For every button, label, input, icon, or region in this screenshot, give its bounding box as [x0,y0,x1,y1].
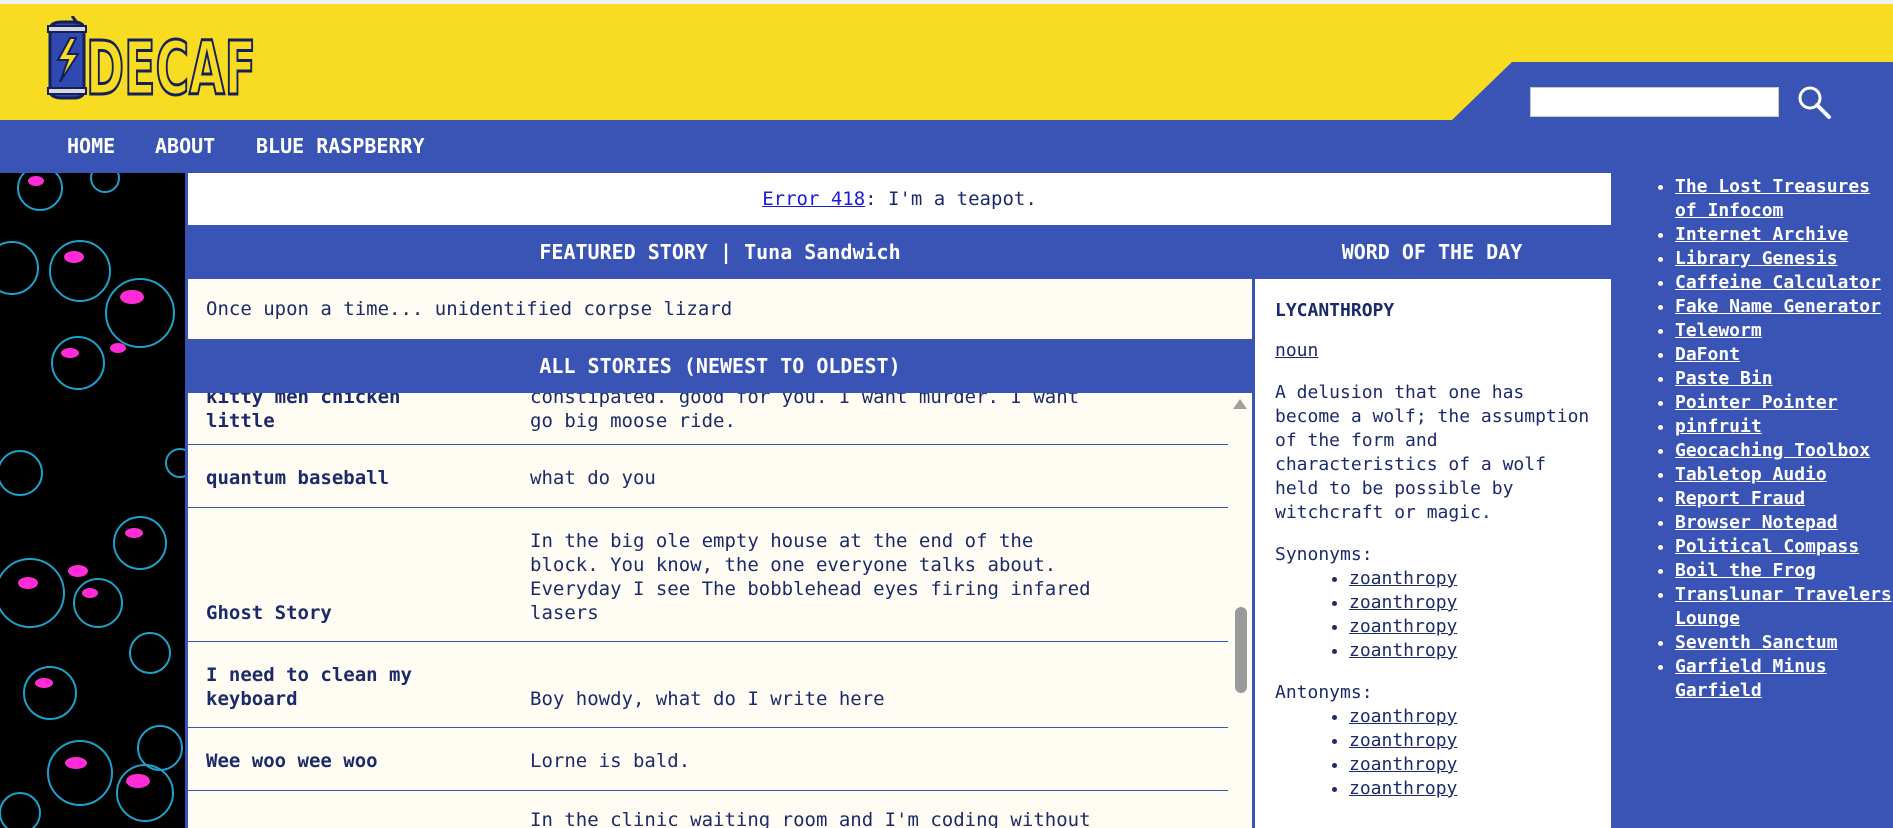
nav-home[interactable]: HOME [67,134,115,158]
list-item: kitty men chicken little constipated. go… [188,393,1228,445]
list-item: Political Compass [1675,535,1893,559]
list-item: quantum baseball what do you [188,446,1228,508]
soda-can-icon [47,16,87,100]
list-item: Teleworm [1675,319,1893,343]
link-garfield-minus-garfield[interactable]: Garfield Minus Garfield [1675,656,1827,701]
word-of-the-day-panel: LYCANTHROPY noun A delusion that one has… [1255,279,1611,828]
all-stories-heading: ALL STORIES (NEWEST TO OLDEST) [188,339,1252,393]
list-item: Ghost Story In the big ole empty house a… [188,509,1228,642]
story-text: In the clinic waiting room and I'm codin… [530,809,1091,828]
link-boil-the-frog[interactable]: Boil the Frog [1675,560,1816,581]
synonym-link[interactable]: zoanthropy [1349,592,1457,613]
list-item: Pointer Pointer [1675,391,1893,415]
wotd-definition: A delusion that one has become a wolf; t… [1275,382,1590,523]
link-library-genesis[interactable]: Library Genesis [1675,248,1838,269]
link-dafont[interactable]: DaFont [1675,344,1740,365]
list-item: Caffeine Calculator [1675,271,1893,295]
link-lost-treasures-of-infocom[interactable]: The Lost Treasures of Infocom [1675,176,1870,221]
bubble-background [0,173,185,828]
link-caffeine-calculator[interactable]: Caffeine Calculator [1675,272,1881,293]
antonym-link[interactable]: zoanthropy [1349,706,1457,727]
story-title[interactable]: kitty men chicken little [206,393,506,433]
error-418-link[interactable]: Error 418 [762,188,865,210]
link-political-compass[interactable]: Political Compass [1675,536,1859,557]
list-item: Library Genesis [1675,247,1893,271]
list-item: Tabletop Audio [1675,463,1893,487]
list-item: zoanthropy [1349,615,1591,639]
antonym-link[interactable]: zoanthropy [1349,778,1457,799]
synonym-link[interactable]: zoanthropy [1349,640,1457,661]
link-pointer-pointer[interactable]: Pointer Pointer [1675,392,1838,413]
list-item: zoanthropy [1349,591,1591,615]
list-item: Internet Archive [1675,223,1893,247]
list-item: Fake Name Generator [1675,295,1893,319]
link-seventh-sanctum[interactable]: Seventh Sanctum [1675,632,1838,653]
list-item: Translunar Travelers Lounge [1675,583,1893,631]
decaf-logo[interactable]: DECAF [44,16,259,104]
antonym-link[interactable]: zoanthropy [1349,754,1457,775]
featured-story-text: Once upon a time... unidentified corpse … [188,279,1252,339]
logo-text: DECAF [86,26,256,104]
story-text: constipated. good for you. I want murder… [530,393,1080,432]
synonym-link[interactable]: zoanthropy [1349,616,1457,637]
wotd-part-of-speech[interactable]: noun [1275,339,1591,363]
story-text: what do you [530,467,656,489]
story-title[interactable]: I need to clean my keyboard [206,663,506,711]
story-title[interactable]: Ghost Story [206,601,506,625]
scroll-up-icon[interactable] [1233,399,1247,409]
list-item: Seventh Sanctum [1675,631,1893,655]
link-paste-bin[interactable]: Paste Bin [1675,368,1773,389]
scroll-thumb[interactable] [1235,607,1247,693]
list-item: Geocaching Toolbox [1675,439,1893,463]
link-report-fraud[interactable]: Report Fraud [1675,488,1805,509]
list-item: I need to clean my keyboard Boy howdy, w… [188,643,1228,728]
nav-about[interactable]: ABOUT [155,134,215,158]
link-pinfruit[interactable]: pinfruit [1675,416,1762,437]
link-teleworm[interactable]: Teleworm [1675,320,1762,341]
story-text: Lorne is bald. [530,750,691,772]
list-item: zoanthropy [1349,777,1591,801]
story-title[interactable]: quantum baseball [206,466,506,490]
synonym-link[interactable]: zoanthropy [1349,568,1457,589]
list-item: pinfruit [1675,415,1893,439]
list-item: Wee woo wee woo Lorne is bald. [188,729,1228,791]
antonyms-list: zoanthropy zoanthropy zoanthropy zoanthr… [1275,705,1591,801]
list-item: zoanthropy [1349,567,1591,591]
notice-bar: Error 418: I'm a teapot. [188,173,1611,225]
link-browser-notepad[interactable]: Browser Notepad [1675,512,1838,533]
list-item: Paste Bin [1675,367,1893,391]
featured-story-heading: FEATURED STORY | Tuna Sandwich [188,226,1252,278]
story-title[interactable]: Wee woo wee woo [206,749,506,773]
antonym-link[interactable]: zoanthropy [1349,730,1457,751]
list-item: Report Fraud [1675,487,1893,511]
link-geocaching-toolbox[interactable]: Geocaching Toolbox [1675,440,1870,461]
word-of-the-day-heading: WORD OF THE DAY [1341,240,1523,264]
list-item: zoanthropy [1349,729,1591,753]
search-input[interactable] [1530,87,1779,117]
list-item: Browser Notepad [1675,511,1893,535]
notice-text: : I'm a teapot. [865,188,1037,210]
list-item: zoanthropy [1349,753,1591,777]
search-icon[interactable] [1796,84,1832,120]
stories-list[interactable]: kitty men chicken little constipated. go… [188,393,1252,828]
list-item: zoanthropy [1349,639,1591,663]
synonyms-label: Synonyms: [1275,544,1373,565]
list-item: DaFont [1675,343,1893,367]
list-item: Garfield Minus Garfield [1675,655,1893,703]
list-item: Boil the Frog [1675,559,1893,583]
story-text: Boy howdy, what do I write here [530,688,885,710]
antonyms-label: Antonyms: [1275,682,1373,703]
list-item: The Lost Treasures of Infocom [1675,175,1893,223]
list-item: In the clinic waiting room and I'm codin… [188,792,1228,828]
story-text: In the big ole empty house at the end of… [530,530,1091,624]
list-item: zoanthropy [1349,705,1591,729]
wotd-word: LYCANTHROPY [1275,300,1395,321]
link-fake-name-generator[interactable]: Fake Name Generator [1675,296,1881,317]
link-internet-archive[interactable]: Internet Archive [1675,224,1848,245]
nav-blue-raspberry[interactable]: BLUE RASPBERRY [256,134,425,158]
links-sidebar: The Lost Treasures of Infocom Internet A… [1611,173,1893,828]
link-tabletop-audio[interactable]: Tabletop Audio [1675,464,1827,485]
link-translunar-travelers-lounge[interactable]: Translunar Travelers Lounge [1675,584,1892,629]
synonyms-list: zoanthropy zoanthropy zoanthropy zoanthr… [1275,567,1591,663]
